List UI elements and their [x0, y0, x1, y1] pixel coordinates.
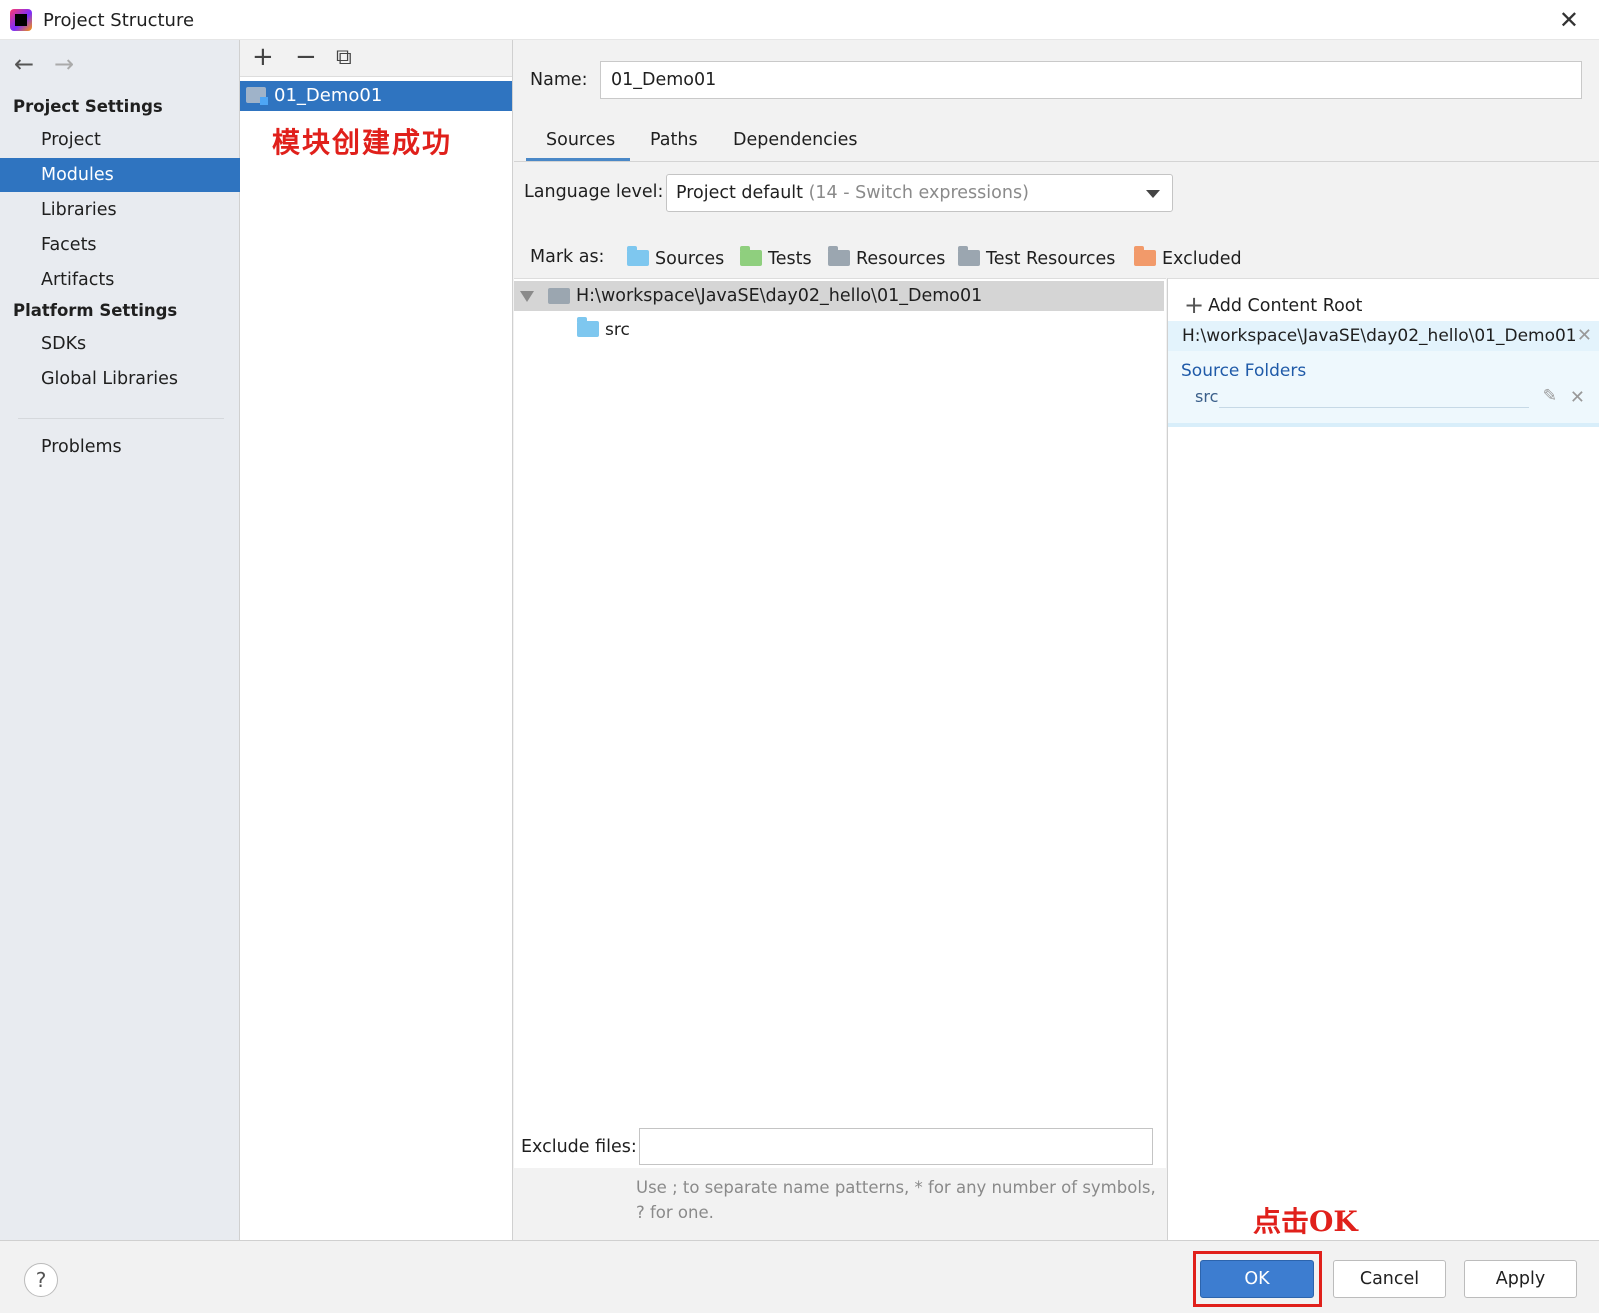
module-row-selected[interactable]: 01_Demo01 — [240, 81, 512, 111]
sidebar-item-artifacts[interactable]: Artifacts — [0, 263, 240, 297]
source-folder-icon — [577, 317, 599, 337]
settings-sidebar: ← → Project Settings Project Modules Libr… — [0, 40, 240, 1240]
sidebar-item-sdks[interactable]: SDKs — [0, 327, 240, 361]
tree-item-src-label: src — [605, 320, 630, 340]
add-module-icon[interactable]: + — [252, 42, 274, 72]
module-folder-icon — [246, 87, 268, 105]
mark-as-tests-button[interactable]: Tests — [740, 246, 812, 269]
mark-as-tests-label: Tests — [768, 249, 812, 269]
help-icon[interactable]: ? — [24, 1263, 58, 1297]
source-folder-row: src ✎ ✕ — [1195, 386, 1593, 411]
sidebar-item-modules[interactable]: Modules — [0, 158, 240, 192]
name-label: Name: — [530, 70, 588, 90]
project-settings-heading: Project Settings — [13, 97, 163, 116]
tab-paths[interactable]: Paths — [650, 130, 698, 150]
source-folder-underline — [1219, 407, 1529, 408]
module-toolbar: + − ⧉ — [240, 40, 512, 77]
tests-folder-icon — [740, 246, 762, 266]
sidebar-item-problems[interactable]: Problems — [0, 430, 240, 464]
title-bar: Project Structure ✕ — [0, 0, 1599, 40]
mark-as-resources-button[interactable]: Resources — [828, 246, 946, 269]
close-icon[interactable]: ✕ — [1559, 6, 1579, 34]
source-folders-heading: Source Folders — [1181, 361, 1307, 381]
tab-sources[interactable]: Sources — [546, 130, 615, 150]
annotation-module-created: 模块创建成功 — [272, 126, 453, 159]
content-root-path-text: H:\workspace\JavaSE\day02_hello\01_Demo0… — [1182, 326, 1577, 346]
content-root-path: H:\workspace\JavaSE\day02_hello\01_Demo0… — [1168, 321, 1599, 351]
sidebar-item-facets[interactable]: Facets — [0, 228, 240, 262]
mark-as-sources-button[interactable]: Sources — [627, 246, 725, 269]
mark-as-sources-label: Sources — [655, 249, 725, 269]
source-folders-section: Source Folders src ✎ ✕ — [1168, 351, 1599, 427]
tree-root-path: H:\workspace\JavaSE\day02_hello\01_Demo0… — [576, 286, 983, 306]
mark-as-resources-label: Resources — [856, 249, 946, 269]
sidebar-item-project[interactable]: Project — [0, 123, 240, 157]
mark-as-excluded-button[interactable]: Excluded — [1134, 246, 1242, 269]
tree-root-row[interactable]: H:\workspace\JavaSE\day02_hello\01_Demo0… — [514, 281, 1164, 311]
module-list-pane: + − ⧉ 01_Demo01 — [240, 40, 513, 1240]
tree-item-src[interactable]: src — [577, 317, 630, 341]
source-folder-name: src — [1195, 387, 1219, 406]
platform-settings-heading: Platform Settings — [13, 301, 178, 320]
plus-icon: + — [1184, 291, 1205, 319]
cancel-button[interactable]: Cancel — [1333, 1260, 1446, 1298]
folder-icon — [548, 288, 570, 304]
mark-as-test-resources-label: Test Resources — [986, 249, 1116, 269]
content-tree: H:\workspace\JavaSE\day02_hello\01_Demo0… — [514, 278, 1166, 1168]
content-root-pane: + Add Content Root H:\workspace\JavaSE\da… — [1167, 278, 1599, 1240]
add-content-root-button[interactable]: + Add Content Root — [1184, 291, 1362, 319]
window-title: Project Structure — [43, 10, 195, 31]
sources-folder-icon — [627, 246, 649, 266]
apply-button[interactable]: Apply — [1464, 1260, 1577, 1298]
active-tab-indicator — [526, 158, 630, 161]
module-settings-pane: Name: 01_Demo01 Sources Paths Dependenci… — [514, 40, 1599, 1240]
tab-dependencies[interactable]: Dependencies — [733, 130, 858, 150]
mark-as-test-resources-button[interactable]: Test Resources — [958, 246, 1116, 269]
chevron-down-icon — [1146, 190, 1160, 198]
language-level-select[interactable]: Project default (14 - Switch expressions… — [666, 174, 1173, 212]
forward-arrow-icon[interactable]: → — [54, 50, 94, 78]
remove-content-root-icon[interactable]: ✕ — [1577, 321, 1592, 351]
expand-triangle-icon[interactable] — [520, 291, 534, 302]
module-tabs: Sources Paths Dependencies — [514, 125, 1599, 162]
module-name: 01_Demo01 — [274, 85, 383, 106]
exclude-files-input[interactable] — [639, 1128, 1153, 1165]
remove-module-icon[interactable]: − — [295, 42, 317, 72]
add-content-root-label: Add Content Root — [1208, 296, 1363, 316]
dialog-footer: ? OK Cancel Apply — [0, 1240, 1599, 1313]
ok-button[interactable]: OK — [1200, 1260, 1314, 1298]
annotation-click-ok: 点击OK — [1253, 1205, 1358, 1238]
copy-module-icon[interactable]: ⧉ — [336, 45, 352, 70]
resources-folder-icon — [828, 246, 850, 266]
sidebar-divider — [18, 418, 224, 419]
mark-as-excluded-label: Excluded — [1162, 249, 1242, 269]
back-arrow-icon[interactable]: ← — [14, 50, 54, 78]
language-level-label: Language level: — [524, 182, 664, 202]
remove-source-folder-icon[interactable]: ✕ — [1570, 387, 1585, 408]
name-field[interactable]: 01_Demo01 — [600, 61, 1582, 99]
sidebar-item-libraries[interactable]: Libraries — [0, 193, 240, 227]
exclude-files-label: Exclude files: — [521, 1137, 637, 1157]
intellij-app-icon — [10, 9, 32, 31]
language-level-hint: (14 - Switch expressions) — [808, 183, 1029, 203]
nav-arrows: ← → — [14, 50, 94, 78]
sidebar-item-global-libraries[interactable]: Global Libraries — [0, 362, 240, 396]
exclude-files-hint: Use ; to separate name patterns, * for a… — [636, 1178, 1156, 1222]
language-level-value: Project default — [676, 183, 804, 203]
mark-as-label: Mark as: — [530, 247, 605, 267]
edit-pencil-icon[interactable]: ✎ — [1543, 386, 1557, 406]
test-resources-folder-icon — [958, 246, 980, 266]
excluded-folder-icon — [1134, 246, 1156, 266]
